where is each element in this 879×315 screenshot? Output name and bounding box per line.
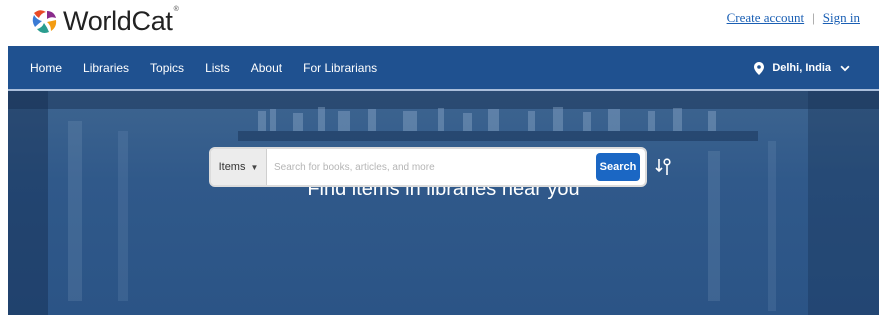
registered-mark: ®	[173, 5, 179, 13]
nav-item-topics[interactable]: Topics	[150, 61, 184, 75]
search-input[interactable]	[267, 149, 596, 185]
account-links: Create account | Sign in	[727, 10, 860, 26]
nav-item-libraries[interactable]: Libraries	[83, 61, 129, 75]
advanced-search-icon[interactable]	[655, 157, 673, 177]
chevron-down-icon	[840, 65, 850, 71]
top-bar: WorldCat ® Create account | Sign in	[0, 0, 879, 46]
main-nav: Home Libraries Topics Lists About For Li…	[8, 46, 879, 90]
create-account-link[interactable]: Create account	[727, 10, 805, 26]
link-separator: |	[812, 10, 815, 25]
search-button[interactable]: Search	[596, 153, 640, 181]
location-label: Delhi, India	[772, 62, 831, 74]
nav-item-lists[interactable]: Lists	[205, 61, 230, 75]
hero-banner: Find items in libraries near you	[8, 91, 879, 315]
sign-in-link[interactable]: Sign in	[823, 10, 860, 26]
nav-items: Home Libraries Topics Lists About For Li…	[30, 46, 398, 90]
caret-down-icon: ▼	[250, 162, 259, 172]
search-type-label: Items	[218, 161, 246, 173]
location-selector[interactable]: Delhi, India	[754, 46, 858, 90]
brand-name: WorldCat	[63, 5, 173, 36]
nav-item-home[interactable]: Home	[30, 61, 62, 75]
worldcat-logo[interactable]: WorldCat ®	[30, 4, 179, 38]
search-type-dropdown[interactable]: Items ▼	[211, 149, 267, 185]
worldcat-logo-icon	[32, 10, 57, 33]
search-bar: Items ▼ Search	[209, 147, 647, 187]
location-pin-icon	[754, 61, 765, 75]
nav-item-for-librarians[interactable]: For Librarians	[303, 61, 377, 75]
nav-item-about[interactable]: About	[251, 61, 282, 75]
